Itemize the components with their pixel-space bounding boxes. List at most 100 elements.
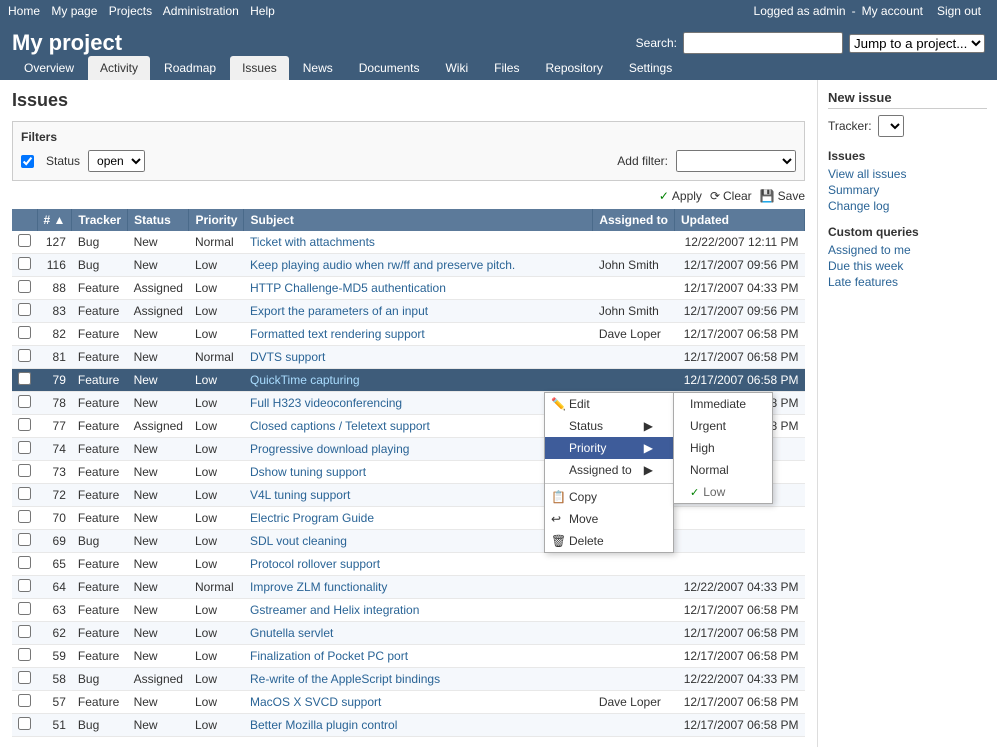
context-assigned-to[interactable]: Assigned to ▶ bbox=[545, 459, 673, 481]
table-row[interactable]: 69 Bug New Low SDL vout cleaning bbox=[12, 530, 805, 553]
priority-normal[interactable]: Normal bbox=[674, 459, 772, 481]
row-checkbox[interactable] bbox=[18, 395, 31, 408]
issue-link[interactable]: QuickTime capturing bbox=[250, 373, 360, 387]
view-all-issues-link[interactable]: View all issues bbox=[828, 167, 987, 181]
priority-low[interactable]: ✓ Low bbox=[674, 481, 772, 503]
priority-high[interactable]: High bbox=[674, 437, 772, 459]
issue-link[interactable]: Progressive download playing bbox=[250, 442, 409, 456]
query-due-this-week[interactable]: Due this week bbox=[828, 259, 987, 273]
context-priority[interactable]: Priority ▶ bbox=[545, 437, 673, 459]
issue-link[interactable]: Re-write of the AppleScript bindings bbox=[250, 672, 440, 686]
context-move[interactable]: ↩ Move bbox=[545, 508, 673, 530]
tab-wiki[interactable]: Wiki bbox=[433, 56, 480, 80]
issue-link[interactable]: HTTP Challenge-MD5 authentication bbox=[250, 281, 446, 295]
row-checkbox[interactable] bbox=[18, 671, 31, 684]
row-checkbox[interactable] bbox=[18, 487, 31, 500]
nav-administration[interactable]: Administration bbox=[163, 4, 239, 18]
nav-projects[interactable]: Projects bbox=[109, 4, 152, 18]
col-tracker[interactable]: Tracker bbox=[72, 209, 128, 231]
tab-news[interactable]: News bbox=[291, 56, 345, 80]
issue-link[interactable]: Gnutella servlet bbox=[250, 626, 333, 640]
col-assigned[interactable]: Assigned to bbox=[593, 209, 675, 231]
row-checkbox[interactable] bbox=[18, 349, 31, 362]
save-button[interactable]: 💾 Save bbox=[760, 189, 805, 203]
row-checkbox[interactable] bbox=[18, 625, 31, 638]
table-row[interactable]: 65 Feature New Low Protocol rollover sup… bbox=[12, 553, 805, 576]
priority-urgent[interactable]: Urgent bbox=[674, 415, 772, 437]
query-late-features[interactable]: Late features bbox=[828, 275, 987, 289]
change-log-link[interactable]: Change log bbox=[828, 199, 987, 213]
row-checkbox[interactable] bbox=[18, 717, 31, 730]
row-checkbox[interactable] bbox=[18, 234, 31, 247]
table-row[interactable]: 57 Feature New Low MacOS X SVCD support … bbox=[12, 691, 805, 714]
row-checkbox[interactable] bbox=[18, 418, 31, 431]
nav-mypage[interactable]: My page bbox=[51, 4, 97, 18]
tab-overview[interactable]: Overview bbox=[12, 56, 86, 80]
tracker-select[interactable] bbox=[878, 115, 904, 137]
table-row[interactable]: 58 Bug Assigned Low Re-write of the Appl… bbox=[12, 668, 805, 691]
summary-link[interactable]: Summary bbox=[828, 183, 987, 197]
table-row[interactable]: 62 Feature New Low Gnutella servlet 12/1… bbox=[12, 622, 805, 645]
priority-immediate[interactable]: Immediate bbox=[674, 393, 772, 415]
tab-files[interactable]: Files bbox=[482, 56, 531, 80]
status-filter-checkbox[interactable] bbox=[21, 155, 34, 168]
table-row[interactable]: 64 Feature New Normal Improve ZLM functi… bbox=[12, 576, 805, 599]
issue-link[interactable]: V4L tuning support bbox=[250, 488, 350, 502]
issue-link[interactable]: Closed captions / Teletext support bbox=[250, 419, 430, 433]
row-checkbox[interactable] bbox=[18, 372, 31, 385]
table-row[interactable]: 88 Feature Assigned Low HTTP Challenge-M… bbox=[12, 277, 805, 300]
table-row[interactable]: 63 Feature New Low Gstreamer and Helix i… bbox=[12, 599, 805, 622]
apply-button[interactable]: ✓ Apply bbox=[659, 189, 702, 203]
context-delete[interactable]: 🗑 Delete bbox=[545, 530, 673, 552]
row-checkbox[interactable] bbox=[18, 280, 31, 293]
nav-my-account[interactable]: My account bbox=[862, 4, 923, 18]
tab-issues[interactable]: Issues bbox=[230, 56, 289, 80]
issue-link[interactable]: SDL vout cleaning bbox=[250, 534, 347, 548]
row-checkbox[interactable] bbox=[18, 510, 31, 523]
table-row[interactable]: 127 Bug New Normal Ticket with attachmen… bbox=[12, 231, 805, 254]
issue-link[interactable]: Gstreamer and Helix integration bbox=[250, 603, 419, 617]
context-edit[interactable]: ✏️ Edit bbox=[545, 393, 673, 415]
row-checkbox[interactable] bbox=[18, 464, 31, 477]
table-row[interactable]: 81 Feature New Normal DVTS support 12/17… bbox=[12, 346, 805, 369]
tab-roadmap[interactable]: Roadmap bbox=[152, 56, 228, 80]
issue-link[interactable]: Ticket with attachments bbox=[250, 235, 375, 249]
issue-link[interactable]: Improve ZLM functionality bbox=[250, 580, 387, 594]
col-updated[interactable]: Updated bbox=[675, 209, 805, 231]
table-row[interactable]: 83 Feature Assigned Low Export the param… bbox=[12, 300, 805, 323]
context-status[interactable]: Status ▶ bbox=[545, 415, 673, 437]
tab-repository[interactable]: Repository bbox=[533, 56, 614, 80]
issue-link[interactable]: Finalization of Pocket PC port bbox=[250, 649, 408, 663]
query-assigned-to-me[interactable]: Assigned to me bbox=[828, 243, 987, 257]
row-checkbox[interactable] bbox=[18, 556, 31, 569]
tab-activity[interactable]: Activity bbox=[88, 56, 150, 80]
col-priority[interactable]: Priority bbox=[189, 209, 244, 231]
nav-home[interactable]: Home bbox=[8, 4, 40, 18]
table-row[interactable]: 82 Feature New Low Formatted text render… bbox=[12, 323, 805, 346]
issue-link[interactable]: Formatted text rendering support bbox=[250, 327, 425, 341]
search-input[interactable] bbox=[683, 32, 843, 54]
issue-link[interactable]: Keep playing audio when rw/ff and preser… bbox=[250, 258, 515, 272]
col-subject[interactable]: Subject bbox=[244, 209, 593, 231]
issue-link[interactable]: Better Mozilla plugin control bbox=[250, 718, 397, 732]
issue-link[interactable]: MacOS X SVCD support bbox=[250, 695, 381, 709]
issue-link[interactable]: Dshow tuning support bbox=[250, 465, 366, 479]
col-status[interactable]: Status bbox=[128, 209, 189, 231]
context-copy[interactable]: 📋 Copy bbox=[545, 486, 673, 508]
table-row[interactable]: 59 Feature New Low Finalization of Pocke… bbox=[12, 645, 805, 668]
row-checkbox[interactable] bbox=[18, 441, 31, 454]
issue-link[interactable]: Export the parameters of an input bbox=[250, 304, 428, 318]
row-checkbox[interactable] bbox=[18, 602, 31, 615]
add-filter-select[interactable] bbox=[676, 150, 796, 172]
status-select[interactable]: open bbox=[88, 150, 145, 172]
issue-link[interactable]: Protocol rollover support bbox=[250, 557, 380, 571]
nav-sign-out[interactable]: Sign out bbox=[937, 4, 981, 18]
tab-documents[interactable]: Documents bbox=[347, 56, 432, 80]
row-checkbox[interactable] bbox=[18, 303, 31, 316]
row-checkbox[interactable] bbox=[18, 533, 31, 546]
nav-help[interactable]: Help bbox=[250, 4, 275, 18]
tab-settings[interactable]: Settings bbox=[617, 56, 684, 80]
col-id[interactable]: # ▲ bbox=[37, 209, 72, 231]
row-checkbox[interactable] bbox=[18, 694, 31, 707]
table-row[interactable]: 79 Feature New Low QuickTime capturing 1… bbox=[12, 369, 805, 392]
